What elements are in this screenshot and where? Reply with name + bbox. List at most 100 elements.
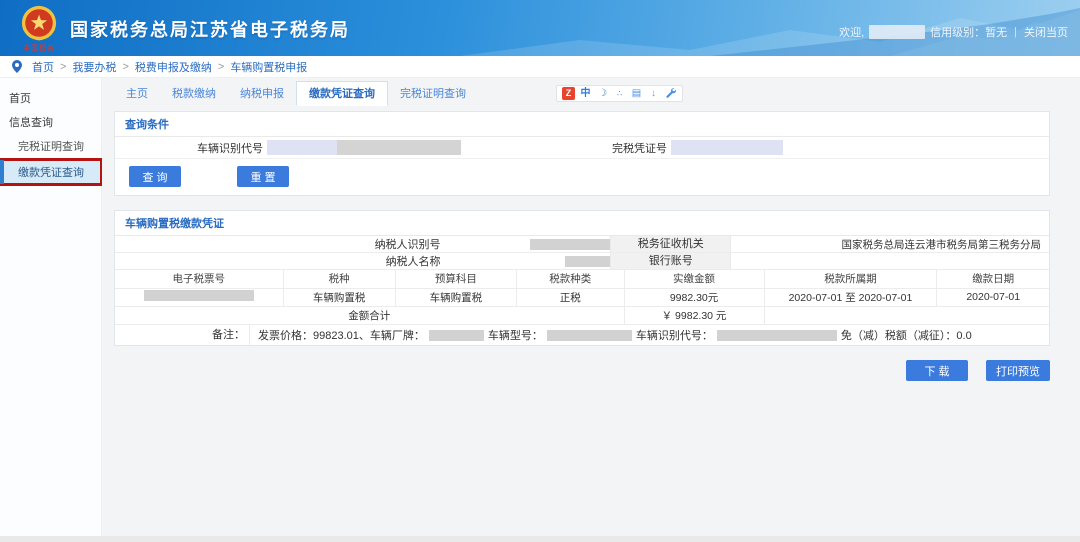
query-conditions-panel: 查询条件 车辆识别代号 完税凭证号 查 询 重 置 (114, 111, 1050, 196)
paid-amount-cell: 9982.30元 (624, 288, 764, 306)
remark-vin-label: 车辆识别代号： (636, 327, 713, 343)
download-arrow-icon[interactable]: ↓ (647, 87, 660, 100)
tax-period-cell: 2020-07-01 至 2020-07-01 (764, 288, 937, 306)
tab-payment-voucher-query[interactable]: 缴款凭证查询 (296, 81, 388, 106)
print-preview-button[interactable]: 打印预览 (986, 360, 1050, 381)
reset-button[interactable]: 重 置 (237, 166, 289, 187)
sidebar-item-tax-proof-query[interactable]: 完税证明查询 (0, 134, 101, 158)
z-tool-icon[interactable]: Z (562, 87, 575, 100)
vin-label: 车辆识别代号 (115, 140, 263, 156)
vin-input[interactable] (267, 140, 461, 155)
breadcrumb-vehicle-purchase-tax: 车辆购置税申报 (230, 59, 307, 75)
header-user-area: 欢迎, 信用级别：暂无 | 关闭当页 (839, 24, 1068, 40)
query-button[interactable]: 查 询 (129, 166, 181, 187)
taxpayer-name-label: 纳税人名称 (115, 253, 447, 269)
translate-icon[interactable]: 中 (579, 87, 592, 100)
redacted-value (530, 239, 610, 250)
remark-label: 备注： (115, 325, 250, 345)
total-amount-cell: ￥ 9982.30 元 (624, 306, 764, 324)
voucher-data-row: 车辆购置税 车辆购置税 正税 9982.30元 2020-07-01 至 202… (115, 288, 1049, 306)
col-paid-amount: 实缴金额 (624, 270, 764, 288)
breadcrumb-separator: > (218, 61, 224, 73)
breadcrumb-separator: > (60, 61, 66, 73)
location-pin-icon (12, 60, 22, 73)
dots-icon[interactable]: ∴ (613, 87, 626, 100)
page: 中国税务 国家税务总局江苏省电子税务局 欢迎, 信用级别：暂无 | 关闭当页 首… (0, 0, 1080, 542)
col-payment-date: 缴款日期 (937, 270, 1049, 288)
credit-level-label: 信用级别：暂无 (930, 24, 1007, 40)
close-page-link[interactable]: 关闭当页 (1024, 24, 1068, 40)
budget-subject-cell: 车辆购置税 (395, 288, 516, 306)
redacted-value (547, 330, 632, 341)
payment-date-cell: 2020-07-01 (937, 288, 1049, 306)
sidebar-item-label: 缴款凭证查询 (18, 167, 84, 179)
tax-emblem-icon (20, 4, 58, 42)
voucher-total-row: 金额合计 ￥ 9982.30 元 (115, 306, 1049, 324)
remark-vehicle-model-label: 车辆型号： (488, 327, 543, 343)
col-tax-type: 税种 (283, 270, 395, 288)
redacted-value (337, 140, 461, 155)
sidebar-item-payment-voucher-query[interactable]: 缴款凭证查询 (0, 160, 101, 184)
taxpayer-name-row: 纳税人名称 银行账号 (115, 253, 1049, 270)
tax-category-cell: 正税 (517, 288, 624, 306)
payment-voucher-panel: 车辆购置税缴款凭证 纳税人识别号 税务征收机关 国家税务总局连云港市税务局第三税… (114, 210, 1050, 346)
tab-home[interactable]: 主页 (114, 82, 160, 105)
taxpayer-name-value (447, 256, 610, 267)
taxpayer-id-value (447, 239, 610, 250)
redacted-value (717, 330, 837, 341)
active-item-indicator (0, 160, 4, 184)
username-redacted (869, 25, 925, 39)
sidebar-item-home[interactable]: 首页 (0, 86, 101, 110)
tab-tax-payment[interactable]: 税款缴纳 (160, 82, 228, 105)
query-panel-title: 查询条件 (115, 112, 1049, 137)
main-content: 主页 税款缴纳 纳税申报 缴款凭证查询 完税证明查询 Z 中 ☽ ∴ ▤ ↓ (102, 78, 1080, 536)
sidebar-section-info-query[interactable]: 信息查询 (0, 110, 101, 134)
total-empty-cell (764, 306, 1049, 324)
bottom-actions: 下 载 打印预览 (114, 360, 1050, 381)
col-budget-subject: 预算科目 (395, 270, 516, 288)
total-label-cell: 金额合计 (115, 306, 624, 324)
remark-tax-reduction: 免（减）税额（减征）：0.0 (841, 327, 972, 343)
welcome-label: 欢迎, (839, 24, 864, 40)
col-tax-period: 税款所属期 (764, 270, 937, 288)
tax-cert-number-label: 完税凭证号 (461, 140, 667, 156)
voucher-table: 电子税票号 税种 预算科目 税款种类 实缴金额 税款所属期 缴款日期 车辆购置税… (115, 270, 1049, 324)
tax-type-cell: 车辆购置税 (283, 288, 395, 306)
breadcrumb-declaration-payment[interactable]: 税费申报及缴纳 (135, 59, 212, 75)
tax-authority-label: 税务征收机关 (610, 236, 731, 252)
footer-strip (0, 536, 1080, 542)
breadcrumb-separator: > (122, 61, 128, 73)
redacted-value (565, 256, 610, 267)
sidebar: 首页 信息查询 完税证明查询 缴款凭证查询 (0, 78, 102, 536)
tab-bar: 主页 税款缴纳 纳税申报 缴款凭证查询 完税证明查询 Z 中 ☽ ∴ ▤ ↓ (114, 83, 1050, 104)
col-tax-category: 税款种类 (517, 270, 624, 288)
tax-authority-value: 国家税务总局连云港市税务局第三税务分局 (731, 237, 1049, 252)
wrench-icon[interactable] (664, 87, 677, 100)
page-title: 国家税务总局江苏省电子税务局 (70, 16, 350, 42)
taxpayer-id-row: 纳税人识别号 税务征收机关 国家税务总局连云港市税务局第三税务分局 (115, 236, 1049, 253)
remark-content: 发票价格：99823.01、车辆厂牌： 车辆型号： 车辆识别代号： 免（减）税额… (250, 327, 972, 343)
tab-tax-proof-query[interactable]: 完税证明查询 (388, 82, 478, 105)
col-etax-number: 电子税票号 (115, 270, 283, 288)
card-icon[interactable]: ▤ (630, 87, 643, 100)
header-divider: | (1014, 26, 1017, 38)
app-header: 中国税务 国家税务总局江苏省电子税务局 欢迎, 信用级别：暂无 | 关闭当页 (0, 0, 1080, 56)
query-buttons-row: 查 询 重 置 (115, 159, 1049, 195)
breadcrumb-home[interactable]: 首页 (32, 59, 54, 75)
breadcrumb-tax-handling[interactable]: 我要办税 (72, 59, 116, 75)
download-button[interactable]: 下 载 (906, 360, 968, 381)
logo-caption: 中国税务 (16, 45, 62, 53)
query-fields-row: 车辆识别代号 完税凭证号 (115, 137, 1049, 159)
breadcrumb: 首页 > 我要办税 > 税费申报及缴纳 > 车辆购置税申报 (0, 56, 1080, 78)
tab-tax-declaration[interactable]: 纳税申报 (228, 82, 296, 105)
tax-bureau-logo: 中国税务 (16, 4, 62, 53)
remark-row: 备注： 发票价格：99823.01、车辆厂牌： 车辆型号： 车辆识别代号： 免（… (115, 324, 1049, 345)
voucher-table-header-row: 电子税票号 税种 预算科目 税款种类 实缴金额 税款所属期 缴款日期 (115, 270, 1049, 288)
redacted-value (144, 290, 254, 301)
tax-cert-number-input[interactable] (671, 140, 783, 155)
etax-number-cell (115, 288, 283, 306)
bank-account-label: 银行账号 (610, 253, 731, 269)
moon-icon[interactable]: ☽ (596, 87, 609, 100)
voucher-panel-title: 车辆购置税缴款凭证 (115, 211, 1049, 236)
remark-invoice-price: 发票价格：99823.01、车辆厂牌： (258, 327, 425, 343)
